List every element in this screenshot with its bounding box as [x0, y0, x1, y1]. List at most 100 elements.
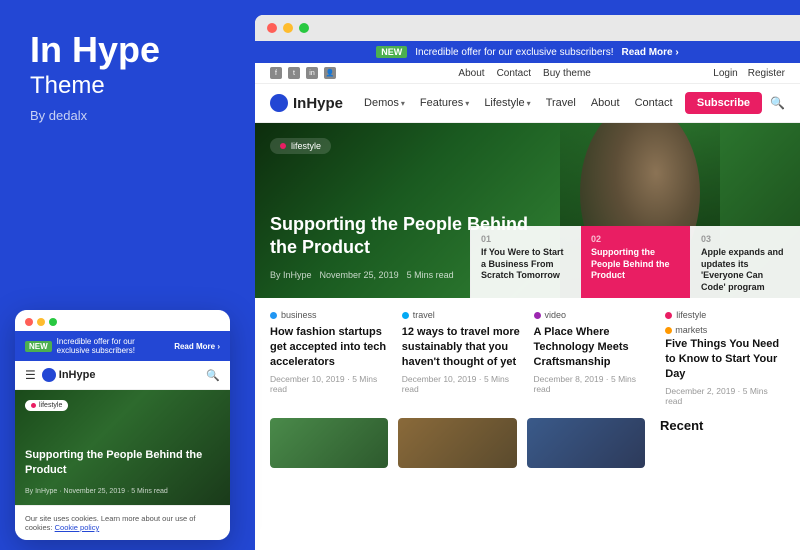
- instagram-icon[interactable]: in: [306, 67, 318, 79]
- bottom-article-1: [270, 418, 388, 473]
- mockup-dot-green: [49, 318, 57, 326]
- hero-badge-dot: [280, 143, 286, 149]
- hero-card-3-num: 03: [701, 234, 790, 244]
- article-4-category: lifestyle: [665, 310, 785, 320]
- top-nav-buy[interactable]: Buy theme: [543, 68, 591, 79]
- articles-section: business How fashion startups get accept…: [255, 298, 800, 418]
- hero-date: November 25, 2019: [320, 270, 399, 280]
- mockup-nav: ☰ InHype 🔍: [15, 361, 230, 390]
- brand-subtitle: Theme: [30, 72, 225, 100]
- article-3-title[interactable]: A Place Where Technology Meets Craftsman…: [534, 325, 654, 370]
- top-nav-about[interactable]: About: [458, 68, 484, 79]
- browser-dot-green[interactable]: [299, 23, 309, 33]
- mockup-hero-badge-dot: [31, 403, 36, 408]
- site-new-badge: NEW: [376, 46, 407, 58]
- site-top-auth: Login Register: [713, 68, 785, 79]
- hamburger-icon[interactable]: ☰: [25, 368, 36, 382]
- hero-card-1-num: 01: [481, 234, 570, 244]
- mockup-hero-title: Supporting the People Behind the Product: [25, 448, 220, 477]
- nav-demos[interactable]: Demos: [358, 94, 411, 112]
- hero-card-3[interactable]: 03 Apple expands and updates its 'Everyo…: [690, 226, 800, 298]
- subscribe-button[interactable]: Subscribe: [685, 92, 762, 114]
- article-3-cat-text: video: [545, 310, 567, 320]
- article-3-date: December 8, 2019 · 5 Mins read: [534, 374, 654, 394]
- login-link[interactable]: Login: [713, 68, 737, 79]
- twitter-icon[interactable]: t: [288, 67, 300, 79]
- article-item-2: travel 12 ways to travel more sustainabl…: [402, 310, 522, 406]
- mockup-logo-text: InHype: [59, 369, 96, 381]
- article-1-cat-text: business: [281, 310, 317, 320]
- brand-title: In Hype: [30, 30, 225, 70]
- article-2-date: December 10, 2019 · 5 Mins read: [402, 374, 522, 394]
- mockup-notification-bar: NEW Incredible offer for our exclusive s…: [15, 331, 230, 361]
- mockup-hero: lifestyle Supporting the People Behind t…: [15, 390, 230, 505]
- nav-items: Demos Features Lifestyle Travel About Co…: [358, 94, 685, 112]
- search-icon[interactable]: 🔍: [770, 96, 785, 110]
- site-hero: lifestyle Supporting the People Behind t…: [255, 123, 800, 298]
- article-item-3: video A Place Where Technology Meets Cra…: [534, 310, 654, 406]
- article-4-date: December 2, 2019 · 5 Mins read: [665, 386, 785, 406]
- article-4-cat-dot: [665, 312, 672, 319]
- recent-title: Recent: [660, 418, 785, 433]
- hero-cards: 01 If You Were to Start a Business From …: [470, 226, 800, 298]
- mockup-notif-text: Incredible offer for our exclusive subsc…: [57, 337, 170, 355]
- browser-window: NEW Incredible offer for our exclusive s…: [255, 15, 800, 550]
- article-2-title[interactable]: 12 ways to travel more sustainably that …: [402, 325, 522, 370]
- browser-dot-yellow[interactable]: [283, 23, 293, 33]
- article-1-category: business: [270, 310, 390, 320]
- recent-section: Recent: [660, 418, 785, 473]
- hero-card-1[interactable]: 01 If You Were to Start a Business From …: [470, 226, 580, 298]
- site-logo-icon: [270, 94, 288, 112]
- user-icon[interactable]: 👤: [324, 67, 336, 79]
- article-2-cat-text: travel: [413, 310, 435, 320]
- article-4-markets-text: markets: [675, 325, 707, 335]
- mockup-dot-red: [25, 318, 33, 326]
- mockup-cookie-link[interactable]: Cookie policy: [55, 523, 100, 532]
- hero-card-2-title: Supporting the People Behind the Product: [591, 247, 680, 282]
- site-top-bar: f t in 👤 About Contact Buy theme Login R…: [255, 63, 800, 84]
- mockup-dots: [25, 318, 57, 326]
- register-link[interactable]: Register: [748, 68, 785, 79]
- nav-travel[interactable]: Travel: [540, 94, 582, 112]
- article-2-cat-dot: [402, 312, 409, 319]
- article-3-cat-dot: [534, 312, 541, 319]
- mockup-read-more-link[interactable]: Read More ›: [174, 342, 220, 351]
- hero-category-badge: lifestyle: [270, 138, 331, 154]
- site-logo[interactable]: InHype: [270, 94, 343, 112]
- site-notif-text: Incredible offer for our exclusive subsc…: [415, 47, 613, 58]
- nav-contact[interactable]: Contact: [629, 94, 679, 112]
- mockup-nav-left: ☰ InHype: [25, 368, 95, 382]
- browser-chrome: [255, 15, 800, 41]
- brand-by: By dedalx: [30, 108, 225, 123]
- browser-dot-red[interactable]: [267, 23, 277, 33]
- article-item-4: lifestyle markets Five Things You Need t…: [665, 310, 785, 406]
- site-notif-link[interactable]: Read More ›: [622, 47, 679, 58]
- bottom-article-2-thumb: [398, 418, 516, 468]
- hero-card-2-num: 02: [591, 234, 680, 244]
- article-item-1: business How fashion startups get accept…: [270, 310, 390, 406]
- mockup-search-icon[interactable]: 🔍: [206, 369, 220, 382]
- article-2-category: travel: [402, 310, 522, 320]
- mockup-logo: InHype: [42, 368, 96, 382]
- article-4-cat-text: lifestyle: [676, 310, 706, 320]
- hero-meta: By InHype November 25, 2019 5 Mins read: [270, 270, 454, 280]
- nav-right: Subscribe 🔍: [685, 92, 785, 114]
- site-logo-text: InHype: [293, 95, 343, 112]
- hero-badge-text: lifestyle: [291, 141, 321, 151]
- nav-features[interactable]: Features: [414, 94, 475, 112]
- article-4-markets-dot: [665, 327, 672, 334]
- article-1-title[interactable]: How fashion startups get accepted into t…: [270, 325, 390, 370]
- article-1-cat-dot: [270, 312, 277, 319]
- top-nav-contact[interactable]: Contact: [497, 68, 531, 79]
- site-top-nav: About Contact Buy theme: [458, 68, 590, 79]
- hero-card-2[interactable]: 02 Supporting the People Behind the Prod…: [580, 226, 690, 298]
- article-4-title[interactable]: Five Things You Need to Know to Start Yo…: [665, 337, 785, 382]
- site-notification-bar: NEW Incredible offer for our exclusive s…: [255, 41, 800, 63]
- nav-about[interactable]: About: [585, 94, 626, 112]
- nav-lifestyle[interactable]: Lifestyle: [478, 94, 536, 112]
- facebook-icon[interactable]: f: [270, 67, 282, 79]
- mockup-cookie: Our site uses cookies. Learn more about …: [15, 505, 230, 540]
- bottom-article-2: [398, 418, 516, 473]
- hero-author: By InHype: [270, 270, 312, 280]
- bottom-section: Recent: [255, 418, 800, 483]
